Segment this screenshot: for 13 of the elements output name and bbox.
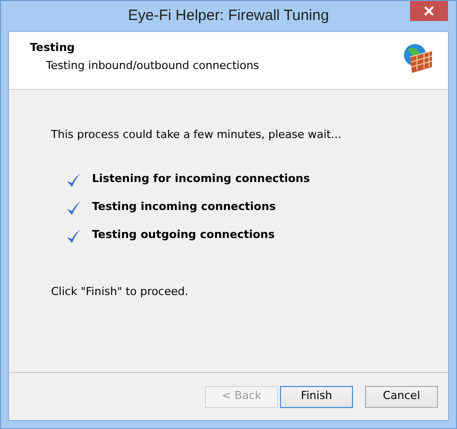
step-label: Listening for incoming connections [92,171,310,188]
header-title: Testing [30,40,76,56]
firewall-icon [402,43,434,75]
wizard-button[interactable]: Cancel [365,386,438,408]
status-message: This process could take a few minutes, please wait... [51,127,342,143]
step-label: Testing outgoing connections [92,227,275,244]
header-subtitle: Testing inbound/outbound connections [46,58,260,74]
step-label: Testing incoming connections [92,199,276,216]
instruction-text: Click "Finish" to proceed. [51,284,190,300]
close-button[interactable] [410,1,448,21]
close-icon [424,6,434,16]
wizard-button[interactable]: Finish [280,386,353,408]
window-title: Eye-Fi Helper: Firewall Tuning [128,6,329,26]
